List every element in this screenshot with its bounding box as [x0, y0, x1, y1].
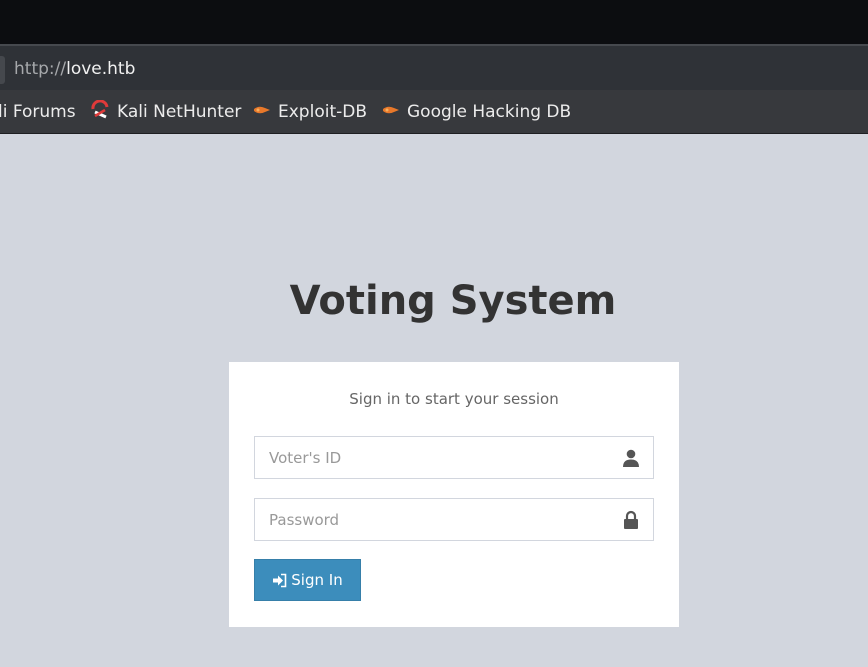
- url-scheme: http://: [14, 59, 67, 79]
- bookmark-kali-forums[interactable]: li Forums: [0, 102, 76, 122]
- page-title: Voting System: [289, 278, 617, 324]
- exploit-db-icon: [253, 102, 271, 122]
- user-icon: [621, 448, 641, 468]
- bookmark-label: Exploit-DB: [278, 102, 367, 122]
- sign-in-label: Sign In: [291, 571, 343, 589]
- browser-title-bar: [0, 0, 868, 44]
- bookmark-label: Kali NetHunter: [117, 102, 242, 122]
- sign-in-icon: [272, 573, 287, 588]
- url-text[interactable]: http://love.htb: [14, 59, 135, 79]
- sign-in-button[interactable]: Sign In: [254, 559, 361, 601]
- login-box: Sign in to start your session Sign In: [229, 362, 679, 627]
- bookmarks-toolbar: li Forums Kali NetHunter Exploit-DB Goog…: [0, 90, 868, 134]
- url-host: love.htb: [66, 59, 136, 79]
- address-bar[interactable]: http://love.htb: [0, 44, 868, 90]
- lock-icon: [621, 510, 641, 530]
- bookmark-exploit-db[interactable]: Exploit-DB: [253, 102, 367, 122]
- address-bar-edge: [0, 56, 5, 84]
- voter-id-input[interactable]: [255, 437, 595, 478]
- bookmark-label: Google Hacking DB: [407, 102, 572, 122]
- login-box-message: Sign in to start your session: [349, 390, 559, 408]
- bookmark-google-hacking-db[interactable]: Google Hacking DB: [382, 102, 571, 122]
- bookmark-kali-nethunter[interactable]: Kali NetHunter: [91, 99, 242, 124]
- voter-id-field: [254, 436, 654, 479]
- password-input[interactable]: [255, 499, 595, 540]
- password-field: [254, 498, 654, 541]
- exploit-db-icon: [382, 102, 400, 122]
- nethunter-icon: [91, 99, 110, 124]
- bookmark-label: li Forums: [0, 102, 76, 122]
